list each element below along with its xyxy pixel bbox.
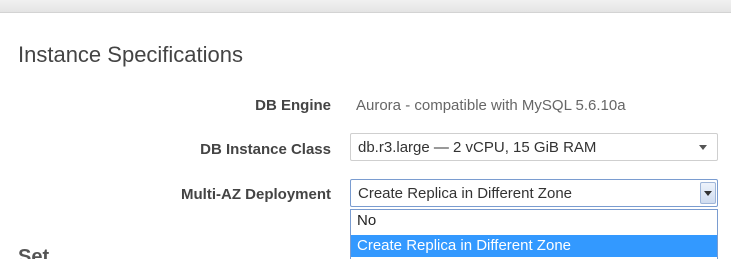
- chevron-down-icon: [699, 145, 707, 150]
- rds-launch-page: Instance Specifications DB Engine Aurora…: [0, 0, 731, 259]
- multi-az-select[interactable]: Create Replica in Different Zone: [350, 179, 718, 207]
- db-engine-value: Aurora - compatible with MySQL 5.6.10a: [356, 97, 626, 114]
- db-instance-class-label: DB Instance Class: [200, 141, 331, 158]
- next-section-title-fragment: Set...: [18, 246, 66, 259]
- section-title: Instance Specifications: [18, 42, 244, 67]
- dropdown-toggle-button[interactable]: [700, 182, 716, 204]
- multi-az-options-list: No Create Replica in Different Zone: [350, 209, 718, 259]
- db-instance-class-select[interactable]: db.r3.large — 2 vCPU, 15 GiB RAM: [350, 133, 718, 161]
- multi-az-option-replica[interactable]: Create Replica in Different Zone: [351, 235, 717, 257]
- db-instance-class-selected-value: db.r3.large — 2 vCPU, 15 GiB RAM: [358, 139, 597, 156]
- db-engine-label: DB Engine: [255, 97, 331, 114]
- multi-az-label: Multi-AZ Deployment: [181, 186, 331, 203]
- chevron-down-icon: [704, 191, 712, 196]
- multi-az-selected-value: Create Replica in Different Zone: [358, 185, 572, 202]
- multi-az-option-no[interactable]: No: [351, 210, 717, 232]
- top-divider: [0, 0, 731, 13]
